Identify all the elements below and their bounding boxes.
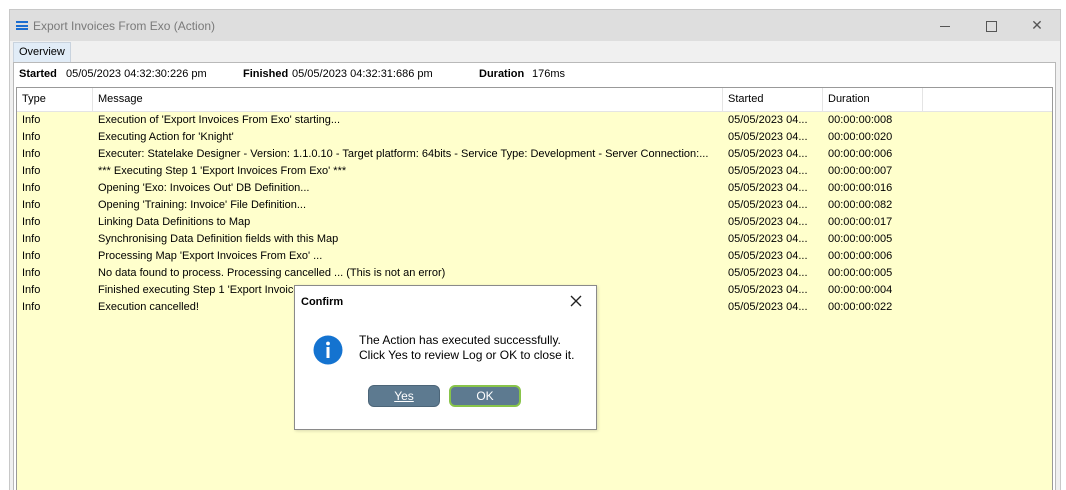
column-header-message[interactable]: Message bbox=[93, 88, 723, 111]
row-started-cell: 05/05/2023 04... bbox=[728, 148, 808, 160]
execution-summary: Started 05/05/2023 04:32:30:226 pm Finis… bbox=[14, 63, 1055, 85]
row-type-cell: Info bbox=[22, 216, 41, 228]
table-row[interactable]: Info Executer: Statelake Designer - Versi… bbox=[17, 146, 1052, 163]
row-started-cell: 05/05/2023 04... bbox=[728, 233, 808, 245]
ok-button[interactable]: OK bbox=[449, 385, 521, 407]
table-row[interactable]: Info Executing Action for 'Knight' 05/05/2… bbox=[17, 129, 1052, 146]
dialog-message: The Action has executed successfully. Cl… bbox=[359, 333, 574, 363]
row-message-cell: Linking Data Definitions to Map bbox=[98, 216, 251, 228]
close-button[interactable]: ✕ bbox=[1014, 10, 1060, 41]
row-message-cell: Executing Action for 'Knight' bbox=[98, 131, 234, 143]
started-value: 05/05/2023 04:32:30:226 pm bbox=[66, 68, 207, 80]
row-message-cell: Executer: Statelake Designer - Version: … bbox=[98, 148, 709, 160]
row-duration-cell: 00:00:00:007 bbox=[828, 165, 893, 177]
row-message-cell: Opening 'Training: Invoice' File Definit… bbox=[98, 199, 307, 211]
window-title: Export Invoices From Exo (Action) bbox=[33, 19, 216, 33]
finished-label: Finished bbox=[243, 68, 289, 80]
row-started-cell: 05/05/2023 04... bbox=[728, 250, 808, 262]
row-message-cell: Synchronising Data Definition fields wit… bbox=[98, 233, 339, 245]
table-row[interactable]: Info Opening 'Exo: Invoices Out' DB Defin… bbox=[17, 180, 1052, 197]
table-row[interactable]: Info *** Executing Step 1 'Export Invoice… bbox=[17, 163, 1052, 180]
dialog-message-line2: Click Yes to review Log or OK to close i… bbox=[359, 348, 575, 362]
table-row[interactable]: Info Synchronising Data Definition fields… bbox=[17, 231, 1052, 248]
table-row[interactable]: Info Execution of 'Export Invoices From E… bbox=[17, 112, 1052, 129]
column-header-started[interactable]: Started bbox=[723, 88, 823, 111]
row-type-cell: Info bbox=[22, 148, 41, 160]
row-type-cell: Info bbox=[22, 267, 41, 279]
row-message-cell: Execution of 'Export Invoices From Exo' … bbox=[98, 114, 341, 126]
dialog-close-button[interactable] bbox=[566, 291, 586, 311]
row-started-cell: 05/05/2023 04... bbox=[728, 182, 808, 194]
row-started-cell: 05/05/2023 04... bbox=[728, 216, 808, 228]
yes-button[interactable]: Yes bbox=[368, 385, 440, 407]
row-type-cell: Info bbox=[22, 114, 41, 126]
maximize-button[interactable] bbox=[968, 10, 1014, 41]
row-duration-cell: 00:00:00:016 bbox=[828, 182, 893, 194]
tab-overview[interactable]: Overview bbox=[13, 42, 71, 62]
close-icon bbox=[570, 295, 582, 307]
table-row[interactable]: Info Linking Data Definitions to Map 05/05… bbox=[17, 214, 1052, 231]
info-icon bbox=[313, 335, 343, 365]
row-type-cell: Info bbox=[22, 182, 41, 194]
started-label: Started bbox=[19, 68, 57, 80]
minimize-icon bbox=[940, 25, 950, 27]
row-duration-cell: 00:00:00:082 bbox=[828, 199, 893, 211]
table-row[interactable]: Info Processing Map 'Export Invoices From… bbox=[17, 248, 1052, 265]
row-type-cell: Info bbox=[22, 284, 41, 296]
row-type-cell: Info bbox=[22, 250, 41, 262]
maximize-icon bbox=[985, 20, 997, 32]
minimize-button[interactable] bbox=[922, 10, 968, 41]
row-message-cell: Processing Map 'Export Invoices From Exo… bbox=[98, 250, 323, 262]
row-type-cell: Info bbox=[22, 165, 41, 177]
row-started-cell: 05/05/2023 04... bbox=[728, 301, 808, 313]
close-icon: ✕ bbox=[1031, 17, 1043, 33]
row-started-cell: 05/05/2023 04... bbox=[728, 131, 808, 143]
table-row[interactable]: Info Opening 'Training: Invoice' File Def… bbox=[17, 197, 1052, 214]
finished-value: 05/05/2023 04:32:31:686 pm bbox=[292, 68, 433, 80]
app-menu-icon bbox=[16, 21, 28, 30]
row-type-cell: Info bbox=[22, 131, 41, 143]
row-duration-cell: 00:00:00:005 bbox=[828, 233, 893, 245]
row-duration-cell: 00:00:00:004 bbox=[828, 284, 893, 296]
row-started-cell: 05/05/2023 04... bbox=[728, 114, 808, 126]
row-type-cell: Info bbox=[22, 233, 41, 245]
dialog-title: Confirm bbox=[301, 296, 344, 308]
row-duration-cell: 00:00:00:017 bbox=[828, 216, 893, 228]
dialog-body: The Action has executed successfully. Cl… bbox=[295, 316, 596, 429]
row-started-cell: 05/05/2023 04... bbox=[728, 165, 808, 177]
row-duration-cell: 00:00:00:020 bbox=[828, 131, 893, 143]
duration-value: 176ms bbox=[532, 68, 566, 80]
row-message-cell: Opening 'Exo: Invoices Out' DB Definitio… bbox=[98, 182, 310, 194]
table-row[interactable]: Info No data found to process. Processing… bbox=[17, 265, 1052, 282]
row-type-cell: Info bbox=[22, 199, 41, 211]
row-started-cell: 05/05/2023 04... bbox=[728, 284, 808, 296]
row-started-cell: 05/05/2023 04... bbox=[728, 199, 808, 211]
row-duration-cell: 00:00:00:006 bbox=[828, 148, 893, 160]
tab-bar: Overview bbox=[10, 41, 1060, 62]
row-duration-cell: 00:00:00:005 bbox=[828, 267, 893, 279]
row-message-cell: *** Executing Step 1 'Export Invoices Fr… bbox=[98, 165, 347, 177]
duration-label: Duration bbox=[479, 68, 525, 80]
title-bar[interactable]: Export Invoices From Exo (Action) ✕ bbox=[10, 10, 1060, 41]
row-duration-cell: 00:00:00:008 bbox=[828, 114, 893, 126]
column-header-duration[interactable]: Duration bbox=[823, 88, 923, 111]
row-duration-cell: 00:00:00:022 bbox=[828, 301, 893, 313]
confirm-dialog: Confirm The Action has executed successf… bbox=[294, 285, 597, 430]
row-started-cell: 05/05/2023 04... bbox=[728, 267, 808, 279]
column-header-type[interactable]: Type bbox=[17, 88, 93, 111]
grid-header: Type Message Started Duration bbox=[17, 88, 1052, 112]
row-duration-cell: 00:00:00:006 bbox=[828, 250, 893, 262]
dialog-title-bar[interactable]: Confirm bbox=[295, 286, 596, 316]
dialog-message-line1: The Action has executed successfully. bbox=[359, 333, 561, 347]
row-type-cell: Info bbox=[22, 301, 41, 313]
row-message-cell: No data found to process. Processing can… bbox=[98, 267, 446, 279]
